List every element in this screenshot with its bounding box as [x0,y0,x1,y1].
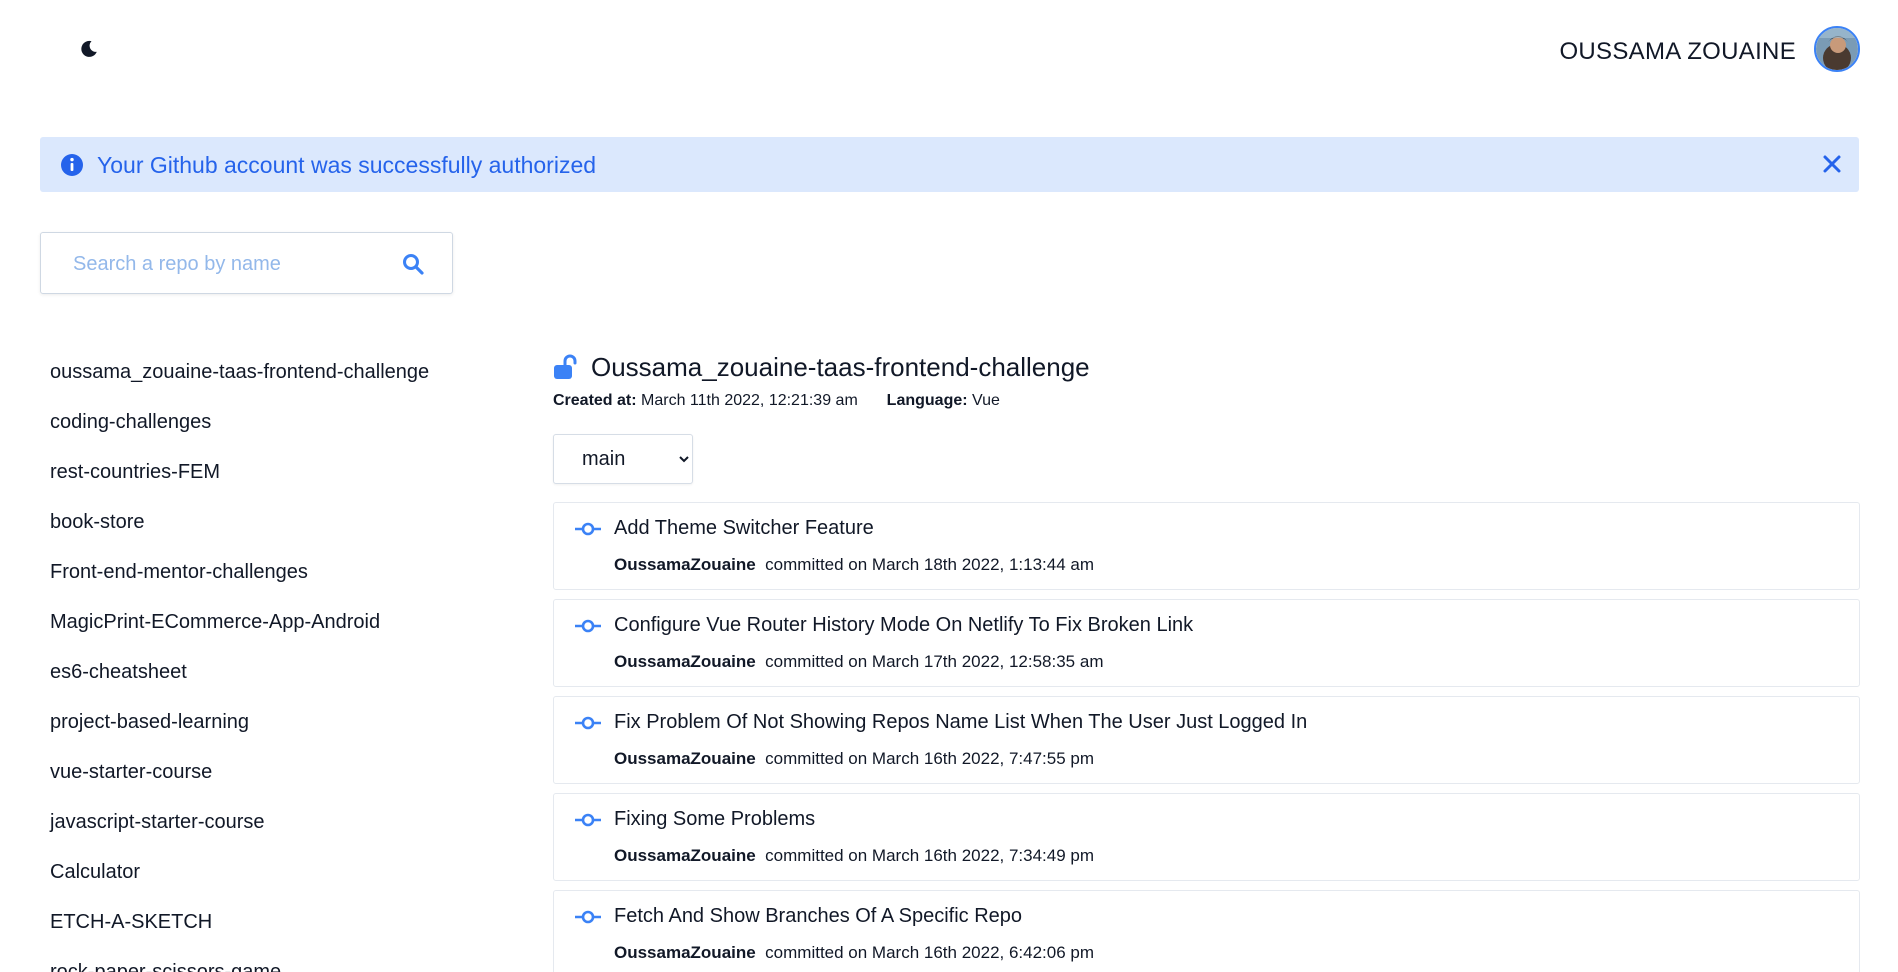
avatar[interactable] [1814,26,1860,72]
commit-info: OussamaZouaine committed on March 16th 2… [614,943,1094,963]
created-label: Created at: [553,392,637,409]
commit-info: OussamaZouaine committed on March 17th 2… [614,652,1103,672]
commit-date: committed on March 16th 2022, 7:34:49 pm [765,846,1095,865]
alert-message: Your Github account was successfully aut… [97,152,597,178]
repo-list-item[interactable]: ETCH-A-SKETCH [50,902,480,952]
avatar-image [1816,28,1858,70]
commit-author: OussamaZouaine [614,846,756,865]
commit-author: OussamaZouaine [614,555,756,574]
search-icon[interactable] [402,253,424,275]
close-icon[interactable] [1821,153,1843,175]
commit-icon [575,522,601,536]
commit-list: Add Theme Switcher Feature OussamaZouain… [553,502,1860,972]
language-label: Language: [886,392,968,409]
commit-card[interactable]: Configure Vue Router History Mode On Net… [553,599,1860,687]
commit-date: committed on March 18th 2022, 1:13:44 am [765,555,1095,574]
app-header: OUSSAMA ZOUAINE [0,0,1898,100]
repo-search-box [40,232,453,294]
search-input[interactable] [71,247,395,281]
repo-meta: Created at: March 11th 2022, 12:21:39 am… [553,392,1000,410]
commit-info: OussamaZouaine committed on March 16th 2… [614,846,1094,866]
commit-card[interactable]: Fixing Some Problems OussamaZouaine comm… [553,793,1860,881]
commit-icon [575,813,601,827]
commit-info: OussamaZouaine committed on March 18th 2… [614,555,1094,575]
repo-list-item[interactable]: rock-paper-scissors-game [50,952,480,972]
commit-card[interactable]: Fix Problem Of Not Showing Repos Name Li… [553,696,1860,784]
commit-message: Configure Vue Router History Mode On Net… [614,614,1194,636]
commit-message: Fixing Some Problems [614,808,816,830]
commit-author: OussamaZouaine [614,943,756,962]
created-value: March 11th 2022, 12:21:39 am [641,392,858,409]
commit-card[interactable]: Fetch And Show Branches Of A Specific Re… [553,890,1860,972]
repo-list-item[interactable]: project-based-learning [50,702,480,752]
repo-list-item[interactable]: book-store [50,502,480,552]
commit-message: Fix Problem Of Not Showing Repos Name Li… [614,711,1308,733]
repo-list: oussama_zouaine-taas-frontend-challenge … [50,352,480,972]
info-icon [61,154,83,176]
commit-message: Fetch And Show Branches Of A Specific Re… [614,905,1023,927]
moon-icon [81,40,97,57]
commit-icon [575,910,601,924]
branch-select[interactable]: main [553,434,693,484]
success-alert: Your Github account was successfully aut… [40,137,1859,192]
commit-info: OussamaZouaine committed on March 16th 2… [614,749,1094,769]
repo-list-item[interactable]: coding-challenges [50,402,480,452]
commit-card[interactable]: Add Theme Switcher Feature OussamaZouain… [553,502,1860,590]
theme-toggle-button[interactable] [76,36,102,62]
unlock-icon [554,354,577,379]
repo-title: Oussama_zouaine-taas-frontend-challenge [591,352,1090,382]
repo-list-item[interactable]: MagicPrint-ECommerce-App-Android [50,602,480,652]
repo-list-item[interactable]: Front-end-mentor-challenges [50,552,480,602]
commit-date: committed on March 16th 2022, 6:42:06 pm [765,943,1095,962]
repo-list-item[interactable]: vue-starter-course [50,752,480,802]
repo-list-item[interactable]: es6-cheatsheet [50,652,480,702]
commit-icon [575,619,601,633]
commit-icon [575,716,601,730]
repo-list-item[interactable]: rest-countries-FEM [50,452,480,502]
commit-author: OussamaZouaine [614,652,756,671]
commit-message: Add Theme Switcher Feature [614,517,874,539]
commit-date: committed on March 16th 2022, 7:47:55 pm [765,749,1095,768]
repo-list-item[interactable]: Calculator [50,852,480,902]
page: OUSSAMA ZOUAINE Your Github account was … [0,0,1898,972]
commit-author: OussamaZouaine [614,749,756,768]
user-name[interactable]: OUSSAMA ZOUAINE [1559,38,1796,66]
commit-date: committed on March 17th 2022, 12:58:35 a… [765,652,1104,671]
repo-list-item[interactable]: oussama_zouaine-taas-frontend-challenge [50,352,480,402]
language-value: Vue [972,392,1000,409]
repo-list-item[interactable]: javascript-starter-course [50,802,480,852]
